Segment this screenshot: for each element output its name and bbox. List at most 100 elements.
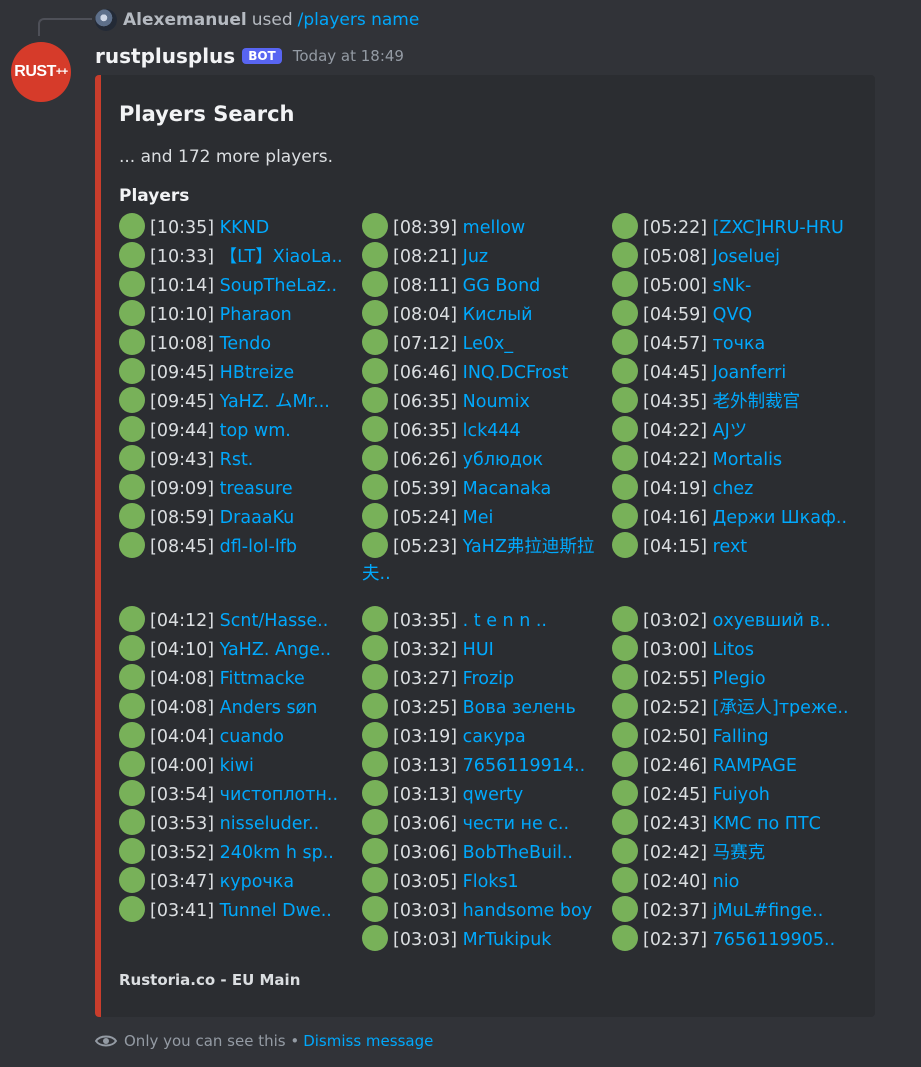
player-playtime: [03:27] [393, 669, 458, 689]
player-name-link[interactable]: Tendo [220, 334, 271, 354]
player-playtime: [03:41] [150, 901, 215, 921]
player-name-link[interactable]: RAMPAGE [713, 756, 797, 776]
player-row: [05:24] Mei [362, 503, 600, 532]
player-name-link[interactable]: [承运人]треже.. [713, 698, 849, 718]
player-name-link[interactable]: 马赛克 [713, 843, 766, 863]
player-name-link[interactable]: nio [713, 872, 740, 892]
player-name-link[interactable]: Anders søn [220, 698, 318, 718]
player-name-link[interactable]: INQ.DCFrost [463, 363, 569, 383]
player-name-link[interactable]: rext [713, 537, 748, 557]
player-name-link[interactable]: сакура [463, 727, 526, 747]
player-name-link[interactable]: 【LT】XiaoLa.. [220, 247, 343, 267]
player-name-link[interactable]: kiwi [220, 756, 254, 776]
player-name-link[interactable]: SoupTheLaz.. [220, 276, 337, 296]
player-name-link[interactable]: 7656119905.. [713, 930, 835, 950]
player-row: [08:21] Juz [362, 242, 600, 271]
player-name-link[interactable]: Fuiyoh [713, 785, 770, 805]
player-name-link[interactable]: chez [713, 479, 754, 499]
player-name-link[interactable]: Le0x_ [463, 334, 513, 354]
player-name-link[interactable]: Держи Шкаф.. [713, 508, 847, 528]
player-name-link[interactable]: Noumix [463, 392, 530, 412]
player-name-link[interactable]: Macanaka [463, 479, 552, 499]
player-playtime: [09:44] [150, 421, 215, 441]
player-name-link[interactable]: Litos [713, 640, 754, 660]
player-name-link[interactable]: lck444 [463, 421, 521, 441]
player-name-link[interactable]: чистоплотн.. [220, 785, 338, 805]
player-playtime: [02:55] [643, 669, 708, 689]
player-name-link[interactable]: 7656119914.. [463, 756, 585, 776]
player-name-link[interactable]: Кислый [463, 305, 533, 325]
player-playtime: [05:39] [393, 479, 458, 499]
player-name-link[interactable]: Fittmacke [220, 669, 305, 689]
player-name-link[interactable]: ублюдок [463, 450, 543, 470]
player-name-link[interactable]: Joseluej [713, 247, 780, 267]
player-name-link[interactable]: Joanferri [713, 363, 787, 383]
player-name-link[interactable]: Tunnel Dwe.. [220, 901, 332, 921]
player-name-link[interactable]: Pharaon [220, 305, 292, 325]
player-name-link[interactable]: qwerty [463, 785, 524, 805]
player-playtime: [06:35] [393, 421, 458, 441]
bot-avatar[interactable]: RUST ++ [11, 42, 71, 102]
player-playtime: [04:16] [643, 508, 708, 528]
player-playtime: [02:50] [643, 727, 708, 747]
player-name-link[interactable]: чести не с.. [463, 814, 569, 834]
player-name-link[interactable]: KKND [220, 218, 270, 238]
player-name-link[interactable]: . t e n n .. [463, 611, 547, 631]
player-name-link[interactable]: Frozip [463, 669, 514, 689]
player-name-link[interactable]: YaHZ. Ange.. [220, 640, 331, 660]
player-name-link[interactable]: HUI [463, 640, 494, 660]
player-name-link[interactable]: jMuL#finge.. [713, 901, 824, 921]
player-name-link[interactable]: точка [713, 334, 766, 354]
player-name-link[interactable]: 老外制裁官 [713, 392, 801, 412]
player-name-link[interactable]: GG Bond [463, 276, 541, 296]
reply-username[interactable]: Alexemanuel [123, 10, 247, 30]
player-name-link[interactable]: nisseluder.. [220, 814, 320, 834]
player-name-link[interactable]: Вова зелень [463, 698, 576, 718]
player-playtime: [08:59] [150, 508, 215, 528]
player-name-link[interactable]: treasure [220, 479, 293, 499]
player-name-link[interactable]: курочка [220, 872, 294, 892]
player-name-link[interactable]: Rst. [220, 450, 254, 470]
player-playtime: [08:39] [393, 218, 458, 238]
dismiss-message-link[interactable]: Dismiss message [303, 1032, 433, 1050]
message-header: rustplusplus BOT Today at 18:49 [95, 42, 404, 70]
player-name-link[interactable]: sNk- [713, 276, 752, 296]
player-playtime: [08:11] [393, 276, 458, 296]
player-name-link[interactable]: QVQ [713, 305, 753, 325]
player-name-link[interactable]: YaHZ. ムMr... [220, 392, 330, 412]
player-name-link[interactable]: handsome boy [463, 901, 592, 921]
player-name-link[interactable]: mellow [463, 218, 526, 238]
player-name-link[interactable]: Mortalis [713, 450, 782, 470]
player-name-link[interactable]: top wm. [220, 421, 291, 441]
player-name-link[interactable]: BobTheBuil.. [463, 843, 573, 863]
players-column-6: [03:02] охуевший в.. [03:00] Litos [02:55]… [612, 606, 850, 954]
green-circle-icon [612, 503, 638, 529]
player-name-link[interactable]: KMC по ПТС [713, 814, 821, 834]
green-circle-icon [612, 416, 638, 442]
players-column-2: [08:39] mellow [08:21] Juz [08:11] GG Bond… [362, 213, 600, 588]
player-name-link[interactable]: Floks1 [463, 872, 519, 892]
player-name-link[interactable]: 240km h sp.. [220, 843, 334, 863]
player-name-link[interactable]: Juz [463, 247, 488, 267]
bot-username[interactable]: rustplusplus [95, 44, 235, 68]
green-circle-icon [612, 300, 638, 326]
player-name-link[interactable]: AJツ [713, 421, 748, 441]
player-name-link[interactable]: MrTukipuk [463, 930, 552, 950]
player-name-link[interactable]: DraaaKu [220, 508, 295, 528]
player-name-link[interactable]: cuando [220, 727, 284, 747]
player-name-link[interactable]: Mei [463, 508, 494, 528]
player-name-link[interactable]: Plegio [713, 669, 766, 689]
player-row: [04:04] cuando [119, 722, 357, 751]
player-name-link[interactable]: dfl-lol-lfb [220, 537, 297, 557]
player-playtime: [04:08] [150, 698, 215, 718]
reply-context[interactable]: Alexemanuel used /players name [95, 7, 419, 33]
player-name-link[interactable]: Falling [713, 727, 769, 747]
player-row: [04:08] Anders søn [119, 693, 357, 722]
player-name-link[interactable]: Scnt/Hasse.. [220, 611, 329, 631]
ephemeral-text: Only you can see this • [124, 1032, 300, 1050]
reply-command[interactable]: /players name [298, 10, 420, 30]
reply-user-avatar[interactable] [95, 9, 117, 31]
player-name-link[interactable]: охуевший в.. [713, 611, 831, 631]
player-name-link[interactable]: HBtreize [220, 363, 294, 383]
player-name-link[interactable]: [ZXC]HRU-HRU [713, 218, 844, 238]
